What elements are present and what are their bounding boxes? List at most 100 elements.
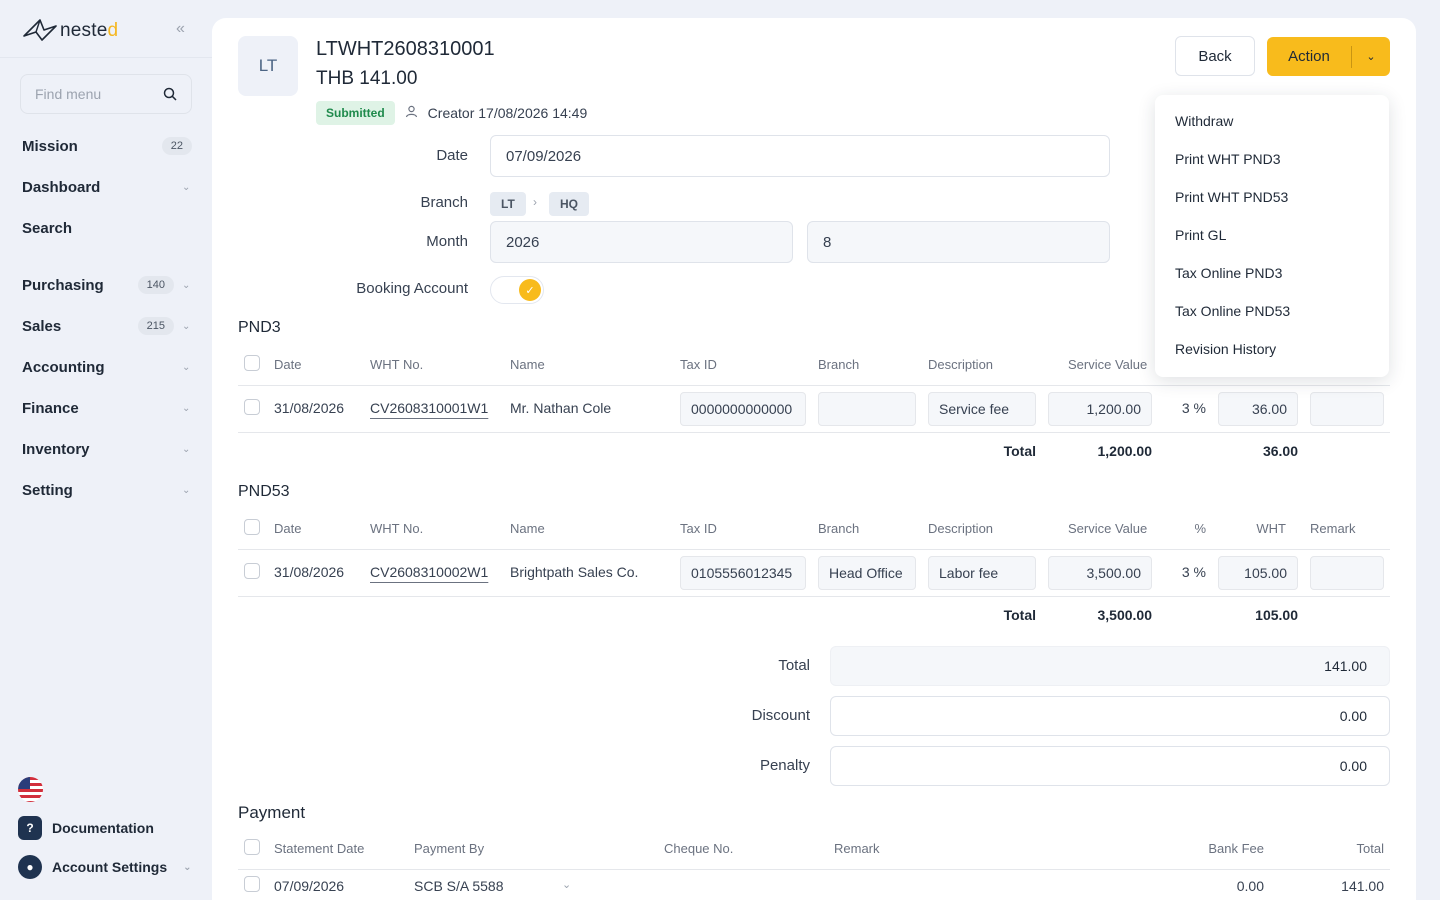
year-field[interactable]: 2026 bbox=[490, 221, 793, 263]
menu-item-print-gl[interactable]: Print GL bbox=[1175, 227, 1226, 243]
tax-id-cell[interactable]: 0000000000000 bbox=[680, 392, 806, 426]
menu-item-tax-online-pnd3[interactable]: Tax Online PND3 bbox=[1175, 265, 1282, 281]
search-icon[interactable] bbox=[163, 87, 177, 101]
menu-item-print-wht-pnd53[interactable]: Print WHT PND53 bbox=[1175, 189, 1288, 205]
branch-cell[interactable]: Head Office bbox=[818, 556, 916, 590]
service-value-cell[interactable]: 1,200.00 bbox=[1048, 392, 1152, 426]
tax-id-cell[interactable]: 0105556012345 bbox=[680, 556, 806, 590]
back-button[interactable]: Back bbox=[1175, 36, 1255, 76]
nav-item-sales[interactable]: Sales 215 ⌄ bbox=[22, 313, 192, 339]
chevron-down-icon[interactable]: ⌄ bbox=[562, 878, 571, 891]
chevron-down-icon: ⌄ bbox=[182, 402, 191, 414]
branch-cell[interactable] bbox=[818, 392, 916, 426]
user-avatar-icon: ● bbox=[18, 855, 42, 879]
column-header: WHT No. bbox=[370, 357, 424, 372]
column-header: % bbox=[1194, 521, 1206, 536]
nav-item-inventory[interactable]: Inventory ⌄ bbox=[22, 436, 192, 462]
row-checkbox[interactable] bbox=[244, 876, 260, 892]
column-header: Cheque No. bbox=[664, 841, 734, 856]
chevron-down-icon[interactable]: ⌄ bbox=[1352, 50, 1390, 63]
row-name: Mr. Nathan Cole bbox=[510, 400, 612, 416]
nav-label: Mission bbox=[22, 137, 78, 155]
account-settings-link[interactable]: ● Account Settings ⌄ bbox=[18, 855, 193, 879]
menu-item-tax-online-pnd53[interactable]: Tax Online PND53 bbox=[1175, 303, 1290, 319]
find-menu-input[interactable] bbox=[35, 86, 155, 102]
action-button[interactable]: Action ⌄ bbox=[1267, 37, 1390, 76]
pnd3-total-label: Total bbox=[1003, 443, 1036, 459]
booking-account-toggle[interactable]: ✓ bbox=[490, 276, 544, 304]
nav-label: Sales bbox=[22, 317, 62, 335]
documentation-label: Documentation bbox=[52, 820, 154, 836]
nav-item-accounting[interactable]: Accounting ⌄ bbox=[22, 354, 192, 380]
divider bbox=[0, 57, 212, 58]
menu-item-withdraw[interactable]: Withdraw bbox=[1175, 113, 1233, 129]
month-field[interactable]: 8 bbox=[807, 221, 1110, 263]
collapse-sidebar-icon[interactable]: « bbox=[176, 20, 185, 38]
date-label: Date bbox=[436, 147, 468, 164]
column-header: Service Value bbox=[1068, 521, 1148, 536]
select-all-checkbox[interactable] bbox=[244, 839, 260, 855]
menu-item-revision-history[interactable]: Revision History bbox=[1175, 341, 1276, 357]
summary-total-field: 141.00 bbox=[830, 646, 1390, 686]
nav-label: Purchasing bbox=[22, 276, 104, 294]
documentation-link[interactable]: ? Documentation bbox=[18, 816, 154, 840]
service-value-cell[interactable]: 3,500.00 bbox=[1048, 556, 1152, 590]
wht-no-link[interactable]: CV2608310001W1 bbox=[370, 400, 488, 416]
description-cell[interactable]: Labor fee bbox=[928, 556, 1036, 590]
wht-no-link[interactable]: CV2608310002W1 bbox=[370, 564, 488, 580]
description-cell[interactable]: Service fee bbox=[928, 392, 1036, 426]
chevron-down-icon: ⌄ bbox=[183, 861, 192, 873]
nav-label: Search bbox=[22, 219, 73, 237]
row-checkbox[interactable] bbox=[244, 399, 260, 415]
divider bbox=[238, 549, 1390, 550]
logo[interactable]: nested bbox=[22, 16, 118, 42]
booking-account-label: Booking Account bbox=[356, 280, 468, 297]
column-header: Date bbox=[274, 357, 302, 372]
branch-chip-to: HQ bbox=[549, 192, 589, 216]
column-header: Tax ID bbox=[680, 521, 717, 536]
remark-cell[interactable] bbox=[1310, 392, 1384, 426]
document-avatar: LT bbox=[238, 36, 298, 96]
us-flag-icon[interactable] bbox=[18, 777, 43, 802]
column-header: WHT bbox=[1256, 521, 1286, 536]
chevron-down-icon: ⌄ bbox=[182, 484, 191, 496]
nav-item-search[interactable]: Search bbox=[22, 215, 192, 241]
wht-cell[interactable]: 36.00 bbox=[1218, 392, 1298, 426]
paper-plane-icon bbox=[23, 19, 57, 41]
sidebar: nested « Mission 22 Dashboard ⌄ Search P… bbox=[0, 0, 212, 900]
month-label: Month bbox=[426, 233, 468, 250]
status-row: Submitted Creator 17/08/2026 14:49 bbox=[316, 101, 587, 125]
menu-item-print-wht-pnd3[interactable]: Print WHT PND3 bbox=[1175, 151, 1281, 167]
help-icon: ? bbox=[18, 816, 42, 840]
check-icon: ✓ bbox=[519, 279, 541, 301]
select-all-checkbox[interactable] bbox=[244, 519, 260, 535]
pnd53-total-label: Total bbox=[1003, 607, 1036, 623]
chevron-down-icon: ⌄ bbox=[182, 320, 191, 332]
divider bbox=[238, 596, 1390, 597]
column-header: Payment By bbox=[414, 841, 485, 856]
nav-item-dashboard[interactable]: Dashboard ⌄ bbox=[22, 174, 192, 200]
column-header: Branch bbox=[818, 357, 860, 372]
remark-cell[interactable] bbox=[1310, 556, 1384, 590]
status-badge: Submitted bbox=[316, 101, 395, 125]
discount-field[interactable]: 0.00 bbox=[830, 696, 1390, 736]
percent-value: 3 % bbox=[1181, 400, 1206, 416]
divider bbox=[238, 385, 1390, 386]
count-badge: 22 bbox=[161, 137, 192, 155]
pnd3-title: PND3 bbox=[238, 319, 281, 336]
nav-item-setting[interactable]: Setting ⌄ bbox=[22, 477, 192, 503]
penalty-field[interactable]: 0.00 bbox=[830, 746, 1390, 786]
nav-item-mission[interactable]: Mission 22 bbox=[22, 133, 192, 159]
select-all-checkbox[interactable] bbox=[244, 355, 260, 371]
nav-item-finance[interactable]: Finance ⌄ bbox=[22, 395, 192, 421]
row-name: Brightpath Sales Co. bbox=[510, 564, 639, 580]
wht-cell[interactable]: 105.00 bbox=[1218, 556, 1298, 590]
nav-item-purchasing[interactable]: Purchasing 140 ⌄ bbox=[22, 272, 192, 298]
row-checkbox[interactable] bbox=[244, 563, 260, 579]
payment-by-select[interactable]: SCB S/A 5588 bbox=[414, 878, 504, 894]
column-header: Service Value bbox=[1068, 357, 1148, 372]
column-header: Branch bbox=[818, 521, 860, 536]
percent-value: 3 % bbox=[1181, 564, 1206, 580]
date-field[interactable]: 07/09/2026 bbox=[490, 135, 1110, 177]
column-header: Remark bbox=[1310, 521, 1356, 536]
